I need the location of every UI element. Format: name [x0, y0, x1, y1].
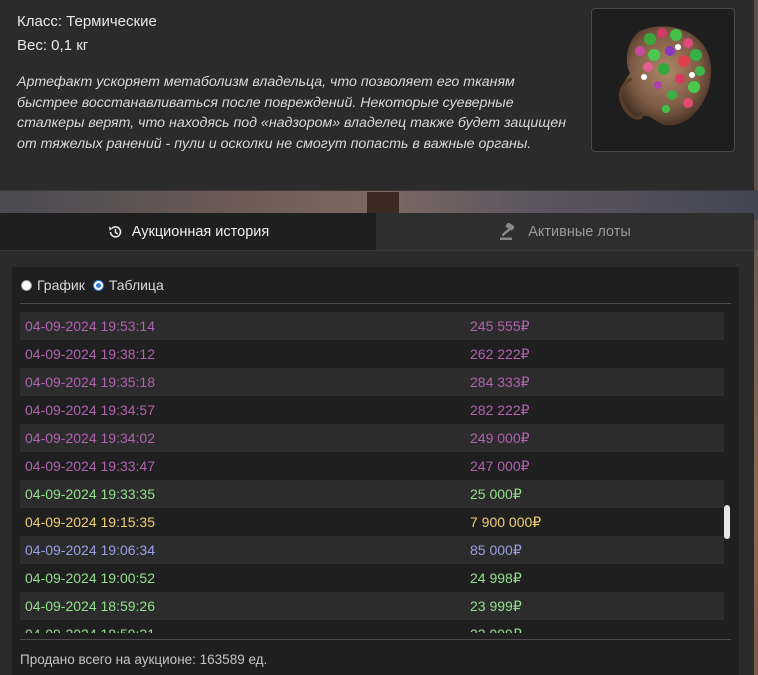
- table-scrollbar[interactable]: [724, 505, 730, 539]
- sale-date: 04-09-2024 19:06:34: [25, 542, 155, 558]
- item-description: Артефакт ускоряет метаболизм владельца, …: [17, 74, 567, 152]
- table-row: 04-09-2024 19:15:35 7 900 000₽: [20, 508, 724, 536]
- sale-price: 7 900 000₽: [470, 514, 542, 530]
- sale-price: 245 555₽: [470, 318, 530, 334]
- sale-price: 24 998₽: [470, 570, 522, 586]
- sale-date: 04-09-2024 19:35:18: [25, 374, 155, 390]
- tab-active-lots-label: Активные лоты: [528, 223, 631, 240]
- table-row: 04-09-2024 18:59:21 23 999₽: [20, 620, 724, 633]
- artifact-icon: [618, 26, 712, 126]
- sale-date: 04-09-2024 19:38:12: [25, 346, 155, 362]
- sale-price: 25 000₽: [470, 486, 522, 502]
- auction-panel: Аукционная история Активные лоты График …: [0, 213, 754, 675]
- sale-date: 04-09-2024 19:15:35: [25, 514, 155, 530]
- table-row: 04-09-2024 19:35:18 284 333₽: [20, 368, 724, 396]
- footer-divider: [20, 639, 731, 640]
- item-info-card: Класс: Термические Вес: 0,1 кг Артефакт …: [0, 0, 754, 191]
- sale-date: 04-09-2024 19:33:35: [25, 486, 155, 502]
- gavel-icon: [500, 222, 515, 240]
- table-radio-label[interactable]: Таблица: [109, 277, 164, 293]
- item-class: Класс: Термические: [17, 13, 157, 30]
- sale-price: 249 000₽: [470, 430, 530, 446]
- sale-date: 04-09-2024 18:59:26: [25, 598, 155, 614]
- sale-price: 23 999₽: [470, 598, 522, 614]
- sale-price: 262 222₽: [470, 346, 530, 362]
- history-content: График Таблица 04-09-2024 19:53:14 245 55…: [12, 267, 739, 675]
- divider: [20, 303, 731, 304]
- table-row: 04-09-2024 19:34:57 282 222₽: [20, 396, 724, 424]
- sale-date: 04-09-2024 19:53:14: [25, 318, 155, 334]
- sale-date: 04-09-2024 18:59:21: [25, 620, 155, 633]
- sale-price: 23 999₽: [470, 620, 522, 633]
- sale-price: 85 000₽: [470, 542, 522, 558]
- table-row: 04-09-2024 19:00:52 24 998₽: [20, 564, 724, 592]
- tab-active-lots[interactable]: Активные лоты: [376, 213, 754, 250]
- tab-divider: [0, 250, 754, 251]
- table-row: 04-09-2024 19:53:14 245 555₽: [20, 312, 724, 340]
- table-row: 04-09-2024 18:59:26 23 999₽: [20, 592, 724, 620]
- table-row: 04-09-2024 19:34:02 249 000₽: [20, 424, 724, 452]
- sale-date: 04-09-2024 19:00:52: [25, 570, 155, 586]
- view-toggle: График Таблица: [21, 277, 172, 293]
- history-icon: [108, 225, 121, 238]
- sale-price: 282 222₽: [470, 402, 530, 418]
- sale-price: 284 333₽: [470, 374, 530, 390]
- table-row: 04-09-2024 19:38:12 262 222₽: [20, 340, 724, 368]
- artifact-image: [591, 8, 735, 152]
- sale-price: 247 000₽: [470, 458, 530, 474]
- item-weight: Вес: 0,1 кг: [17, 37, 89, 54]
- tab-auction-history-label: Аукционная история: [131, 223, 270, 240]
- sale-date: 04-09-2024 19:33:47: [25, 458, 155, 474]
- sales-table[interactable]: 04-09-2024 19:53:14 245 555₽ 04-09-2024 19…: [20, 312, 724, 633]
- sale-date: 04-09-2024 19:34:57: [25, 402, 155, 418]
- total-sold-text: Продано всего на аукционе: 163589 ед.: [20, 652, 268, 667]
- table-row: 04-09-2024 19:33:35 25 000₽: [20, 480, 724, 508]
- tab-auction-history[interactable]: Аукционная история: [0, 213, 376, 250]
- table-row: 04-09-2024 19:06:34 85 000₽: [20, 536, 724, 564]
- table-radio[interactable]: [92, 279, 104, 291]
- chart-radio-label[interactable]: График: [37, 277, 85, 293]
- chart-radio[interactable]: [21, 279, 32, 291]
- table-row: 04-09-2024 19:33:47 247 000₽: [20, 452, 724, 480]
- sale-date: 04-09-2024 19:34:02: [25, 430, 155, 446]
